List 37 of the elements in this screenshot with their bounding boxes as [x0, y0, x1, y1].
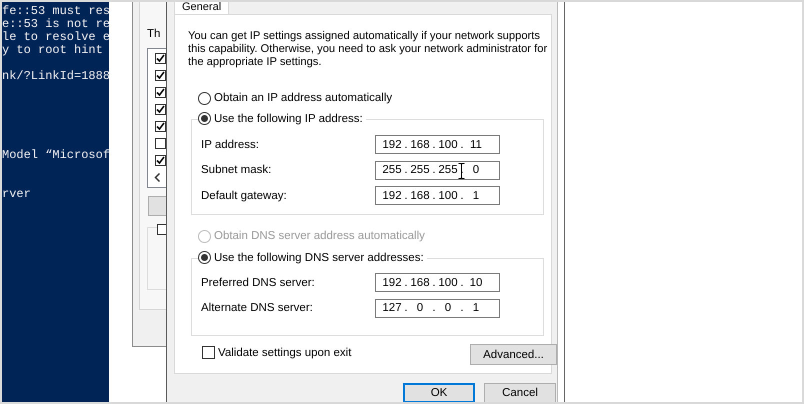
terminal-line: rver	[2, 188, 31, 201]
list-checkbox[interactable]	[155, 121, 166, 132]
ok-button[interactable]: OK	[403, 383, 475, 402]
auto-ip-option-label[interactable]: Obtain an IP address automatically	[214, 92, 392, 104]
field-label: Default gateway:	[201, 190, 288, 202]
list-checkbox[interactable]	[155, 104, 166, 115]
description-text: You can get IP settings assigned automatically if your network supports this capability. Otherwise, you need to ask your network administrator for the appropriate IP settings.	[188, 30, 548, 69]
scroll-left-icon[interactable]	[154, 173, 161, 182]
text-cursor-icon	[458, 162, 465, 178]
list-checkbox[interactable]	[155, 155, 166, 166]
ip-field[interactable]: 255 . 255 . 255 . 0	[375, 160, 500, 180]
terminal-line: y to root hint	[2, 44, 104, 58]
field-label: Subnet mask:	[201, 164, 272, 176]
list-caption: Th	[147, 28, 160, 40]
advanced-button[interactable]: Advanced...	[470, 344, 557, 365]
general-tab[interactable]: General	[174, 2, 230, 14]
cancel-button[interactable]: Cancel	[484, 383, 556, 402]
list-checkbox[interactable]	[155, 53, 166, 64]
list-checkbox[interactable]	[155, 138, 166, 149]
terminal-line: nk/?LinkId=1888	[2, 70, 109, 84]
terminal-line: Model “Microsof	[2, 148, 109, 162]
radio-button[interactable]	[198, 112, 211, 125]
list-checkbox[interactable]	[155, 70, 166, 81]
ip-field[interactable]: 192 . 168 . 100 . 1	[375, 186, 500, 205]
validate-checkbox[interactable]: Validate settings upon exit	[202, 346, 352, 359]
field-label: Alternate DNS server:	[201, 302, 314, 314]
ip-field[interactable]: 192 . 168 . 100 . 10	[375, 273, 500, 292]
field-label: Preferred DNS server:	[201, 276, 316, 288]
ip-field[interactable]: 127 . 0 . 0 . 1	[375, 298, 500, 318]
terminal-line: fe::53 must res	[2, 5, 109, 18]
terminal-line: e::53 is not re	[2, 18, 109, 32]
field-label: IP address:	[201, 138, 260, 150]
radio-button[interactable]	[198, 251, 211, 264]
radio-button[interactable]	[198, 92, 211, 104]
terminal-line: le to resolve e	[2, 31, 109, 44]
ip-field[interactable]: 192 . 168 . 100 . 11	[375, 135, 500, 154]
list-checkbox[interactable]	[155, 87, 166, 98]
